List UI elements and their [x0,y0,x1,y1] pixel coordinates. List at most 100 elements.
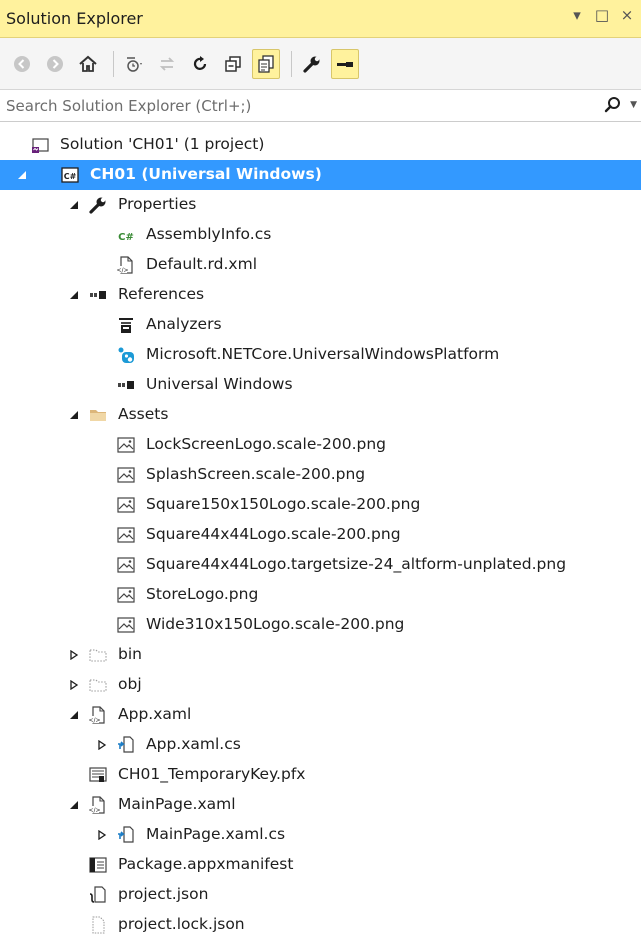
tree-node[interactable]: Square44x44Logo.scale-200.png [0,520,641,550]
tree-node[interactable]: C# CH01 (Universal Windows) [0,160,641,190]
tree-node[interactable]: </> App.xaml [0,700,641,730]
xaml-file-icon: </> [88,705,108,725]
search-input[interactable]: Search Solution Explorer (Ctrl+;) [6,97,251,115]
tree-node-label: project.lock.json [118,915,245,933]
tree-node[interactable]: App.xaml.cs [0,730,641,760]
svg-text:</>: </> [116,267,128,274]
tree-node[interactable]: Assets [0,400,641,430]
tree-node-label: Properties [118,195,197,213]
tree-node[interactable]: bin [0,640,641,670]
maximize-icon[interactable]: □ [594,6,610,24]
search-icon[interactable] [603,95,623,115]
references-icon [116,375,136,395]
svg-text:C#: C# [118,232,134,243]
tree-node-label: StoreLogo.png [146,585,259,603]
home-icon [79,55,97,72]
tree-node[interactable]: C# AssemblyInfo.cs [0,220,641,250]
image-file-icon [116,615,136,635]
tree-node[interactable]: StoreLogo.png [0,580,641,610]
back-arrow-icon [14,55,30,72]
expander-expanded-icon[interactable] [68,799,80,811]
tree-node[interactable]: References [0,280,641,310]
expander-collapsed-icon[interactable] [96,739,108,751]
refresh-button[interactable] [186,49,214,79]
collapse-all-button[interactable] [219,49,247,79]
tree-node[interactable]: obj [0,670,641,700]
svg-text:</>: </> [88,717,100,724]
search-options-dropdown-icon[interactable]: ▼ [630,100,637,110]
wrench-icon [303,56,320,73]
hidden-folder-icon [88,645,108,665]
collapse-all-icon [225,55,241,72]
refresh-icon [193,55,207,70]
references-icon [88,285,108,305]
tree-node-label: Square44x44Logo.scale-200.png [146,525,401,543]
image-file-icon [116,465,136,485]
expander-expanded-icon[interactable] [68,709,80,721]
tree-node[interactable]: </> MainPage.xaml [0,790,641,820]
preview-selected-items-button[interactable] [331,48,359,79]
analyzers-icon [116,315,136,335]
close-icon[interactable]: × [619,6,635,24]
tree-node[interactable]: CH01_TemporaryKey.pfx [0,760,641,790]
certificate-file-icon [88,765,108,785]
search-bar[interactable]: Search Solution Explorer (Ctrl+;) ▼ [0,90,641,122]
show-all-files-icon [258,54,274,73]
folder-icon [88,405,108,425]
tree-node[interactable]: project.lock.json [0,910,641,940]
properties-button[interactable] [298,49,326,79]
tree-node-label: bin [118,645,142,663]
window-controls: ▾ □ × [569,6,635,24]
tree-node[interactable]: Package.appxmanifest [0,850,641,880]
tree-node[interactable]: Solution 'CH01' (1 project) [0,130,641,160]
tree-node-label: project.json [118,885,209,903]
pending-changes-filter-button[interactable] [120,49,148,79]
csharp-project-icon: C# [60,165,80,185]
json-file-icon [88,885,108,905]
tree-node[interactable]: Wide310x150Logo.scale-200.png [0,610,641,640]
home-button[interactable] [74,49,102,79]
csharp-file-icon: C# [116,225,136,245]
svg-text:C#: C# [64,172,77,181]
expander-expanded-icon[interactable] [68,409,80,421]
tree-node-label: Package.appxmanifest [118,855,294,873]
tree-node-label: Microsoft.NETCore.UniversalWindowsPlatfo… [146,345,500,363]
manifest-file-icon [88,855,108,875]
back-button[interactable] [8,49,36,79]
tree-node[interactable]: </> Default.rd.xml [0,250,641,280]
forward-button[interactable] [41,49,69,79]
preview-icon [337,61,353,67]
tree-node[interactable]: LockScreenLogo.scale-200.png [0,430,641,460]
sync-with-active-document-button[interactable] [153,49,181,79]
nuget-package-icon [116,345,136,365]
tree-node[interactable]: Square44x44Logo.targetsize-24_altform-un… [0,550,641,580]
tree-node[interactable]: Square150x150Logo.scale-200.png [0,490,641,520]
tree-node[interactable]: Microsoft.NETCore.UniversalWindowsPlatfo… [0,340,641,370]
codebehind-file-icon [116,735,136,755]
tree-node-label: References [118,285,205,303]
expander-expanded-icon[interactable] [68,199,80,211]
image-file-icon [116,495,136,515]
tree-node-label: Wide310x150Logo.scale-200.png [146,615,405,633]
expander-collapsed-icon[interactable] [96,829,108,841]
tree-node[interactable]: Properties [0,190,641,220]
expander-collapsed-icon[interactable] [68,649,80,661]
xml-file-icon: </> [116,255,136,275]
tree-node[interactable]: MainPage.xaml.cs [0,820,641,850]
tree-node-label: LockScreenLogo.scale-200.png [146,435,387,453]
codebehind-file-icon [116,825,136,845]
window-position-dropdown-icon[interactable]: ▾ [569,6,585,24]
tree-node[interactable]: Universal Windows [0,370,641,400]
expander-expanded-icon[interactable] [16,169,28,181]
tree-node[interactable]: Analyzers [0,310,641,340]
expander-collapsed-icon[interactable] [68,679,80,691]
tree-node-label: CH01 (Universal Windows) [90,165,322,183]
image-file-icon [116,435,136,455]
tree-node-label: AssemblyInfo.cs [146,225,272,243]
hidden-folder-icon [88,675,108,695]
show-all-files-button[interactable] [252,48,280,79]
expander-expanded-icon[interactable] [68,289,80,301]
tree-node[interactable]: project.json [0,880,641,910]
tree-node-label: SplashScreen.scale-200.png [146,465,366,483]
tree-node[interactable]: SplashScreen.scale-200.png [0,460,641,490]
